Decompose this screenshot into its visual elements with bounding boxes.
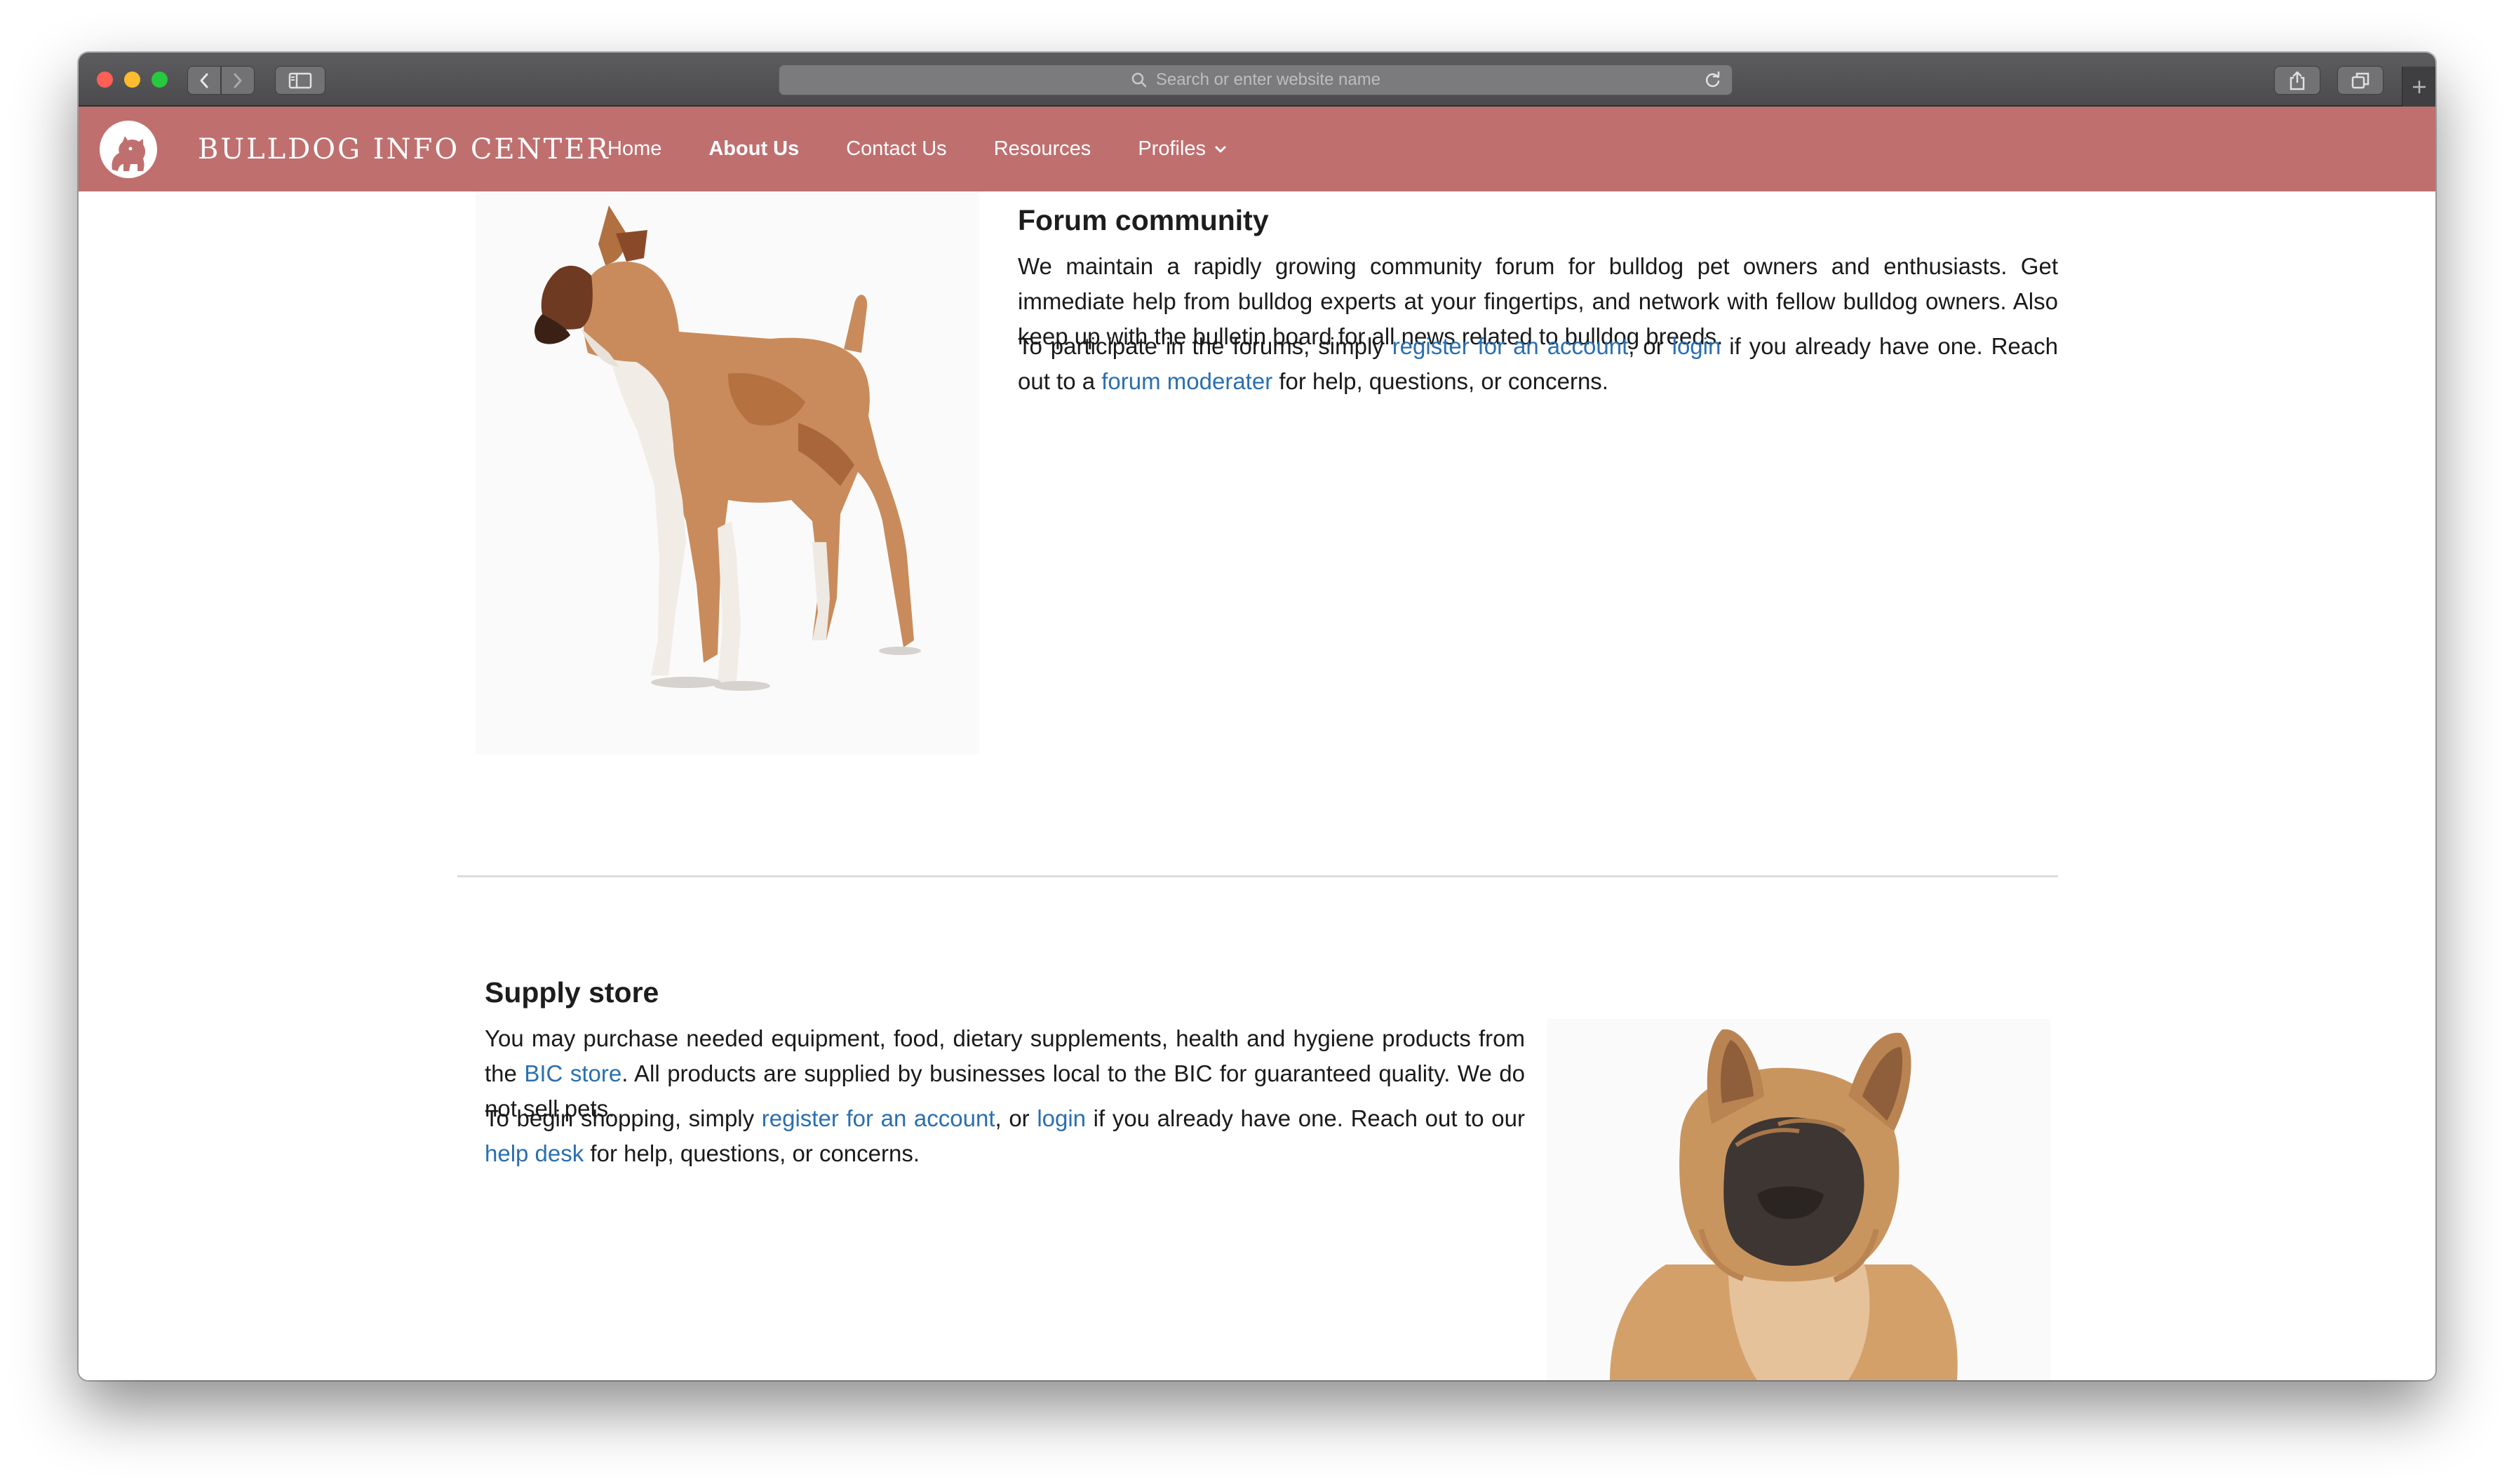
site-navbar: BULLDOG INFO CENTER Home About Us Contac… bbox=[79, 107, 2435, 191]
search-icon bbox=[1131, 72, 1148, 88]
bulldog-logo-icon bbox=[112, 136, 145, 171]
nav-about-us[interactable]: About Us bbox=[708, 137, 799, 161]
main-nav: Home About Us Contact Us Resources Profi… bbox=[607, 107, 1274, 191]
reload-icon[interactable] bbox=[1704, 71, 1722, 89]
address-placeholder: Search or enter website name bbox=[1155, 70, 1381, 89]
forum-p2-text-b: , or bbox=[1628, 333, 1672, 359]
share-button[interactable] bbox=[2274, 66, 2320, 95]
chevron-right-icon bbox=[234, 73, 242, 88]
browser-window: Search or enter website name BULLDOG INF… bbox=[79, 53, 2435, 1380]
store-p2-text-d: for help, questions, or concerns. bbox=[584, 1140, 920, 1166]
forum-login-link[interactable]: login bbox=[1672, 333, 1721, 359]
page-content: Forum community We maintain a rapidly gr… bbox=[79, 191, 2435, 1380]
nav-home[interactable]: Home bbox=[607, 137, 661, 161]
forum-register-link[interactable]: register for an account bbox=[1392, 333, 1629, 359]
store-login-link[interactable]: login bbox=[1037, 1105, 1086, 1131]
help-desk-link[interactable]: help desk bbox=[485, 1140, 584, 1166]
show-tabs-button[interactable] bbox=[2337, 66, 2384, 95]
chevron-left-icon bbox=[200, 73, 208, 88]
bic-store-link[interactable]: BIC store bbox=[524, 1060, 621, 1086]
minimize-window-button[interactable] bbox=[124, 72, 140, 88]
back-button[interactable] bbox=[187, 66, 221, 95]
tabs-overview-icon bbox=[2351, 72, 2370, 88]
store-p2-text-c: if you already have one. Reach out to ou… bbox=[1086, 1105, 1525, 1131]
close-window-button[interactable] bbox=[97, 72, 113, 88]
share-icon bbox=[2290, 71, 2305, 90]
forum-p2-text-a: To participate in the forums, simply bbox=[1018, 333, 1392, 359]
new-tab-button[interactable] bbox=[2402, 67, 2435, 107]
section-divider bbox=[457, 875, 2058, 877]
forum-moderator-link[interactable]: forum moderater bbox=[1101, 368, 1272, 394]
site-brand[interactable]: BULLDOG INFO CENTER bbox=[198, 133, 610, 166]
store-section-title: Supply store bbox=[485, 976, 659, 1009]
site-logo[interactable] bbox=[100, 121, 157, 178]
chevron-down-icon bbox=[1214, 144, 1227, 154]
plus-icon bbox=[2412, 80, 2426, 93]
boxer-dog-image bbox=[476, 191, 979, 755]
forum-paragraph-2: To participate in the forums, simply reg… bbox=[1018, 329, 2058, 399]
address-bar[interactable]: Search or enter website name bbox=[779, 65, 1733, 95]
nav-profiles-label: Profiles bbox=[1138, 137, 1206, 160]
nav-resources[interactable]: Resources bbox=[994, 137, 1091, 161]
store-paragraph-2: To begin shopping, simply register for a… bbox=[485, 1101, 1525, 1171]
zoom-window-button[interactable] bbox=[152, 72, 168, 88]
sidebar-icon bbox=[288, 72, 312, 88]
french-bulldog-image bbox=[1547, 1019, 2050, 1380]
browser-toolbar: Search or enter website name bbox=[79, 53, 2435, 107]
nav-profiles-dropdown[interactable]: Profiles bbox=[1138, 137, 1227, 161]
forum-section-title: Forum community bbox=[1018, 204, 1269, 236]
forum-p2-text-d: for help, questions, or concerns. bbox=[1272, 368, 1608, 394]
sidebar-toggle-button[interactable] bbox=[275, 66, 325, 95]
store-register-link[interactable]: register for an account bbox=[762, 1105, 995, 1131]
nav-contact-us[interactable]: Contact Us bbox=[846, 137, 946, 161]
forward-button[interactable] bbox=[221, 66, 255, 95]
store-p2-text-a: To begin shopping, simply bbox=[485, 1105, 762, 1131]
store-p2-text-b: , or bbox=[995, 1105, 1037, 1131]
